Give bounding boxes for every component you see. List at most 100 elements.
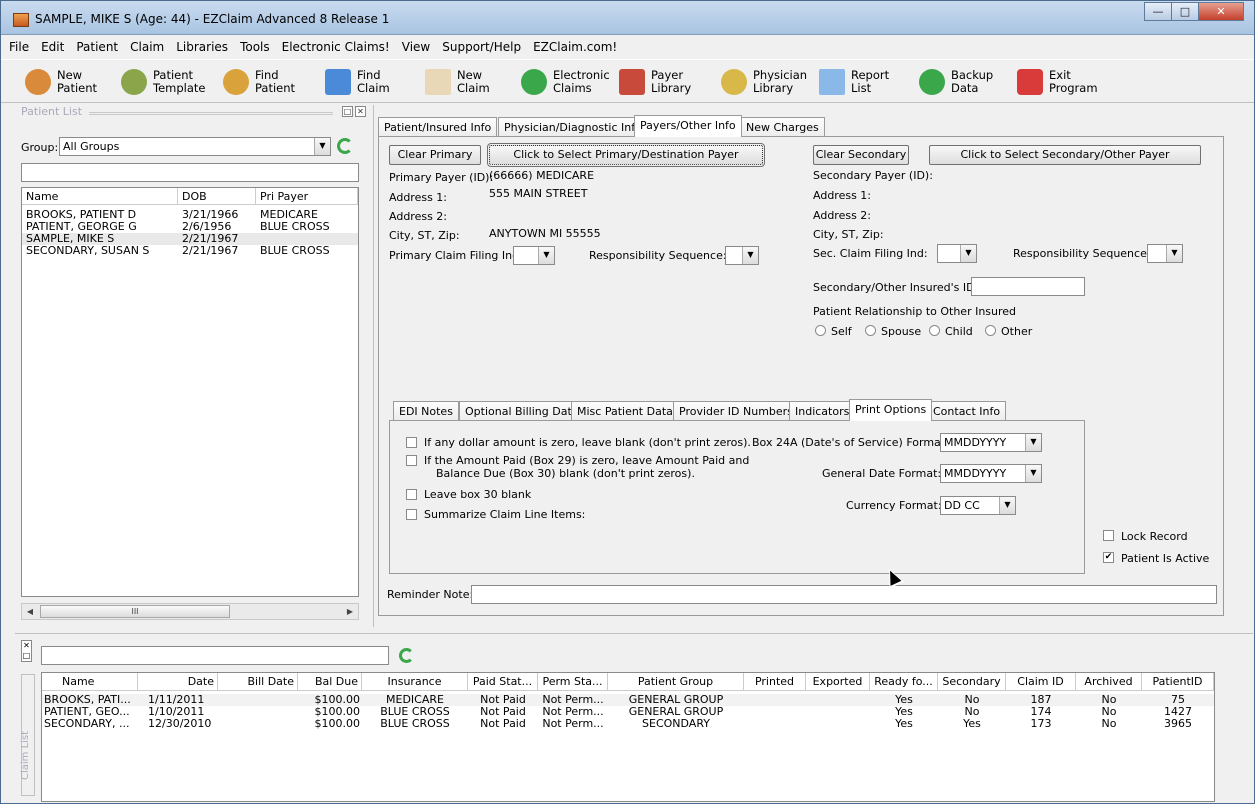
list-item-selected[interactable]: SAMPLE, MIKE S 2/21/1967	[22, 233, 358, 245]
refresh-icon[interactable]	[399, 648, 414, 663]
column-header-bal-due[interactable]: Bal Due	[298, 673, 362, 691]
physician-library-button[interactable]: Physician Library	[721, 64, 807, 100]
app-window: SAMPLE, MIKE S (Age: 44) - EZClaim Advan…	[0, 0, 1255, 804]
currency-format-select[interactable]: DD CC ▼	[940, 496, 1016, 515]
column-header-patient-group[interactable]: Patient Group	[608, 673, 744, 691]
secondary-filing-select[interactable]: ▼	[937, 244, 977, 263]
primary-payer-label: Primary Payer (ID):	[389, 171, 494, 184]
radio-child[interactable]	[929, 325, 940, 336]
column-header-printed[interactable]: Printed	[744, 673, 806, 691]
column-header-dob[interactable]: DOB	[178, 188, 256, 205]
column-header-claim-id[interactable]: Claim ID	[1006, 673, 1076, 691]
menu-ezclaim-com[interactable]: EZClaim.com!	[533, 40, 617, 54]
column-header-patient-id[interactable]: PatientID	[1142, 673, 1214, 691]
amount-paid-blank-checkbox[interactable]	[406, 455, 417, 466]
menu-patient[interactable]: Patient	[76, 40, 118, 54]
table-row[interactable]: SECONDARY, ... 12/30/2010 $100.00 BLUE C…	[42, 718, 1214, 730]
secondary-resp-select[interactable]: ▼	[1147, 244, 1183, 263]
refresh-icon[interactable]	[337, 138, 353, 154]
menu-libraries[interactable]: Libraries	[176, 40, 228, 54]
select-primary-payer-button[interactable]: Click to Select Primary/Destination Paye…	[487, 143, 765, 167]
column-header-ready[interactable]: Ready fo...	[870, 673, 938, 691]
subtab-contact-info[interactable]: Contact Info	[927, 401, 1007, 421]
summarize-claim-lines-checkbox[interactable]	[406, 509, 417, 520]
patient-template-button[interactable]: Patient Template	[121, 64, 205, 100]
menu-claim[interactable]: Claim	[130, 40, 164, 54]
close-button[interactable]: ✕	[1198, 2, 1244, 21]
tab-payers-other-info[interactable]: Payers/Other Info	[634, 115, 742, 137]
clear-primary-button[interactable]: Clear Primary	[389, 145, 481, 165]
scroll-thumb[interactable]: III	[40, 605, 230, 618]
box24a-format-select[interactable]: MMDDYYYY ▼	[940, 433, 1042, 452]
panel-close-icon[interactable]: ✕ □	[21, 640, 32, 662]
backup-data-button[interactable]: Backup Data	[919, 64, 993, 100]
leave-box30-blank-checkbox[interactable]	[406, 489, 417, 500]
subtab-indicators[interactable]: Indicators	[789, 401, 856, 421]
menu-view[interactable]: View	[402, 40, 430, 54]
tab-physician-diagnostic-info[interactable]: Physician/Diagnostic Info	[498, 117, 648, 137]
report-list-button[interactable]: Report List	[819, 64, 889, 100]
menu-tools[interactable]: Tools	[240, 40, 270, 54]
menu-electronic-claims[interactable]: Electronic Claims!	[282, 40, 390, 54]
electronic-claims-button[interactable]: Electronic Claims	[521, 64, 610, 100]
claim-search-input[interactable]	[41, 646, 389, 665]
scroll-right-icon[interactable]: ▶	[342, 604, 358, 619]
column-header-insurance[interactable]: Insurance	[362, 673, 468, 691]
primary-filing-select[interactable]: ▼	[513, 246, 555, 265]
minimize-button[interactable]: —	[1144, 2, 1172, 21]
column-header-name[interactable]: Name	[22, 188, 178, 205]
column-header-pri-payer[interactable]: Pri Payer	[256, 188, 358, 205]
column-header-bill-date[interactable]: Bill Date	[218, 673, 298, 691]
tab-new-charges[interactable]: New Charges	[740, 117, 825, 137]
list-item[interactable]: BROOKS, PATIENT D 3/21/1966 MEDICARE	[22, 209, 358, 221]
general-date-format-select[interactable]: MMDDYYYY ▼	[940, 464, 1042, 483]
claim-list-side-tab[interactable]: Claim List	[20, 674, 35, 796]
column-header-archived[interactable]: Archived	[1076, 673, 1142, 691]
list-item[interactable]: PATIENT, GEORGE G 2/6/1956 BLUE CROSS	[22, 221, 358, 233]
menu-file[interactable]: File	[9, 40, 29, 54]
column-header-date[interactable]: Date	[138, 673, 218, 691]
table-row[interactable]: PATIENT, GEO... 1/10/2011 $100.00 BLUE C…	[42, 706, 1214, 718]
subtab-print-options[interactable]: Print Options	[849, 399, 933, 421]
find-claim-button[interactable]: Find Claim	[325, 64, 390, 100]
subtab-edi-notes[interactable]: EDI Notes	[393, 401, 459, 421]
reminder-note-input[interactable]	[471, 585, 1217, 604]
column-header-exported[interactable]: Exported	[806, 673, 870, 691]
new-claim-button[interactable]: New Claim	[425, 64, 490, 100]
subtab-misc-patient-data[interactable]: Misc Patient Data	[571, 401, 679, 421]
radio-spouse[interactable]	[865, 325, 876, 336]
subtab-optional-billing-data[interactable]: Optional Billing Data	[459, 401, 585, 421]
patient-active-checkbox[interactable]: ✔	[1103, 552, 1114, 563]
lock-record-checkbox[interactable]	[1103, 530, 1114, 541]
secondary-insured-id-input[interactable]	[971, 277, 1085, 296]
exit-program-button[interactable]: Exit Program	[1017, 64, 1098, 100]
table-row[interactable]: BROOKS, PATI... 1/11/2011 $100.00 MEDICA…	[42, 694, 1214, 706]
tab-patient-insured-info[interactable]: Patient/Insured Info	[378, 117, 498, 137]
panel-restore-icon[interactable]: □	[342, 106, 353, 117]
menu-edit[interactable]: Edit	[41, 40, 64, 54]
panel-close-icon[interactable]: ✕	[355, 106, 366, 117]
new-claim-icon	[425, 69, 451, 95]
primary-address1-label: Address 1:	[389, 191, 448, 204]
horizontal-scrollbar[interactable]: ◀ III ▶	[21, 603, 359, 620]
column-header-paid-status[interactable]: Paid Stat...	[468, 673, 538, 691]
clear-secondary-button[interactable]: Clear Secondary	[813, 145, 909, 165]
column-header-secondary[interactable]: Secondary	[938, 673, 1006, 691]
zero-blank-checkbox[interactable]	[406, 437, 417, 448]
subtab-provider-id-numbers[interactable]: Provider ID Numbers	[673, 401, 799, 421]
payer-library-button[interactable]: Payer Library	[619, 64, 691, 100]
column-header-perm-status[interactable]: Perm Sta...	[538, 673, 608, 691]
new-patient-button[interactable]: New Patient	[25, 64, 97, 100]
column-header-name[interactable]: Name	[42, 673, 138, 691]
scroll-left-icon[interactable]: ◀	[22, 604, 38, 619]
select-secondary-payer-button[interactable]: Click to Select Secondary/Other Payer	[929, 145, 1201, 165]
radio-other[interactable]	[985, 325, 996, 336]
menu-support-help[interactable]: Support/Help	[442, 40, 521, 54]
maximize-button[interactable]: □	[1171, 2, 1199, 21]
patient-search-input[interactable]	[21, 163, 359, 182]
radio-self[interactable]	[815, 325, 826, 336]
find-patient-button[interactable]: Find Patient	[223, 64, 295, 100]
list-item[interactable]: SECONDARY, SUSAN S 2/21/1967 BLUE CROSS	[22, 245, 358, 257]
primary-resp-select[interactable]: ▼	[725, 246, 759, 265]
group-select[interactable]: All Groups ▼	[59, 137, 331, 156]
